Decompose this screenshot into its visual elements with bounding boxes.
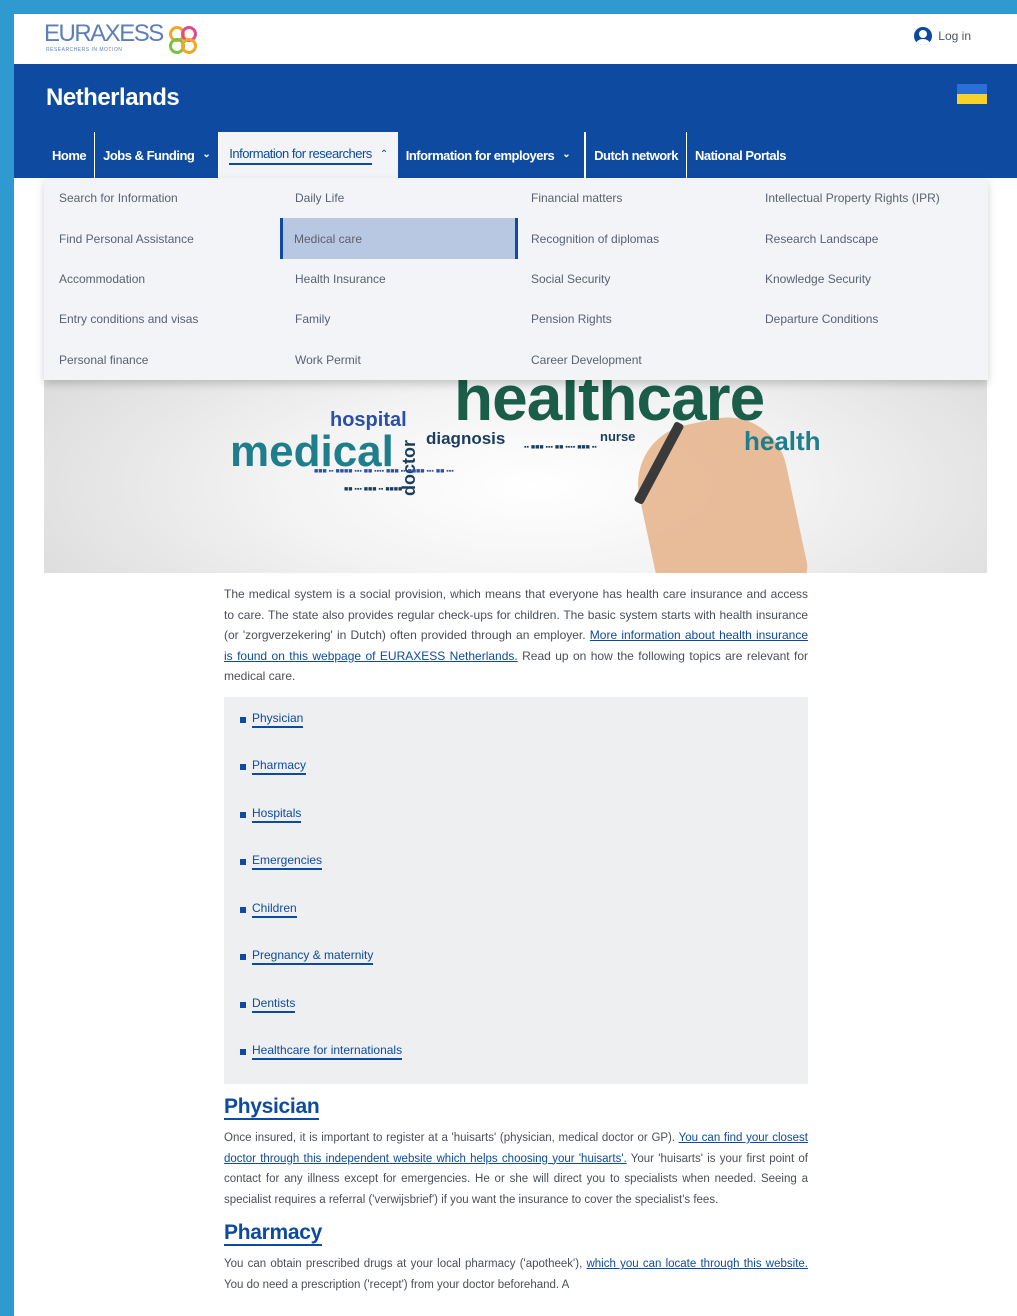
word-healthcare: healthcare [454,380,765,434]
country-title: Netherlands [46,84,180,111]
topics-list: Physician Pharmacy Hospitals Emergencies… [224,696,808,1084]
chevron-down-icon: ⌄ [202,149,211,160]
bullet-icon [240,906,246,913]
list-item: Pregnancy & maternity [240,948,808,996]
nav-dutch-network[interactable]: Dutch network [585,132,687,178]
section-heading-physician: Physician [224,1094,320,1120]
nav-information-for-employers-label: Information for employers [405,147,555,163]
login-label: Log in [938,29,971,43]
menu-item-health-insurance[interactable]: Health Insurance [280,259,516,299]
menu-item-ipr[interactable]: Intellectual Property Rights (IPR) [750,178,988,218]
physician-text: Once insured, it is important to registe… [224,1131,679,1144]
toc-link-pregnancy-maternity[interactable]: Pregnancy & maternity [252,948,374,966]
menu-item-recognition-of-diplomas[interactable]: Recognition of diplomas [516,218,750,258]
toc-link-pharmacy[interactable]: Pharmacy [252,758,307,776]
logo-subtext: RESEARCHERS IN MOTION [46,47,123,53]
physician-paragraph: Once insured, it is important to registe… [224,1128,808,1210]
menu-item-empty [750,340,988,380]
nav-information-for-researchers[interactable]: Information for researchers ⌃ [219,132,398,178]
menu-item-search-for-information[interactable]: Search for Information [44,178,280,218]
bullet-icon [240,764,246,771]
bullet-icon [240,716,246,723]
list-item: Children [240,901,808,949]
toc-link-emergencies[interactable]: Emergencies [252,853,323,871]
nav-information-for-employers[interactable]: Information for employers ⌄ [398,132,586,178]
ukraine-flag-icon[interactable] [957,84,987,104]
bullet-icon [240,859,246,866]
logo-text: EURAXESS [44,20,164,47]
nav-dutch-network-label: Dutch network [594,147,678,163]
researchers-dropdown-menu: Search for Information Daily Life Financ… [44,178,988,380]
list-item: Emergencies [240,853,808,901]
nav-national-portals[interactable]: National Portals [687,132,794,178]
menu-item-daily-life[interactable]: Daily Life [280,178,516,218]
menu-item-knowledge-security[interactable]: Knowledge Security [750,259,988,299]
pharmacy-text-cont: You do need a prescription ('recept') fr… [224,1278,570,1291]
menu-item-pension-rights[interactable]: Pension Rights [516,299,750,339]
list-item: Healthcare for internationals [240,1043,808,1091]
user-icon [914,27,933,45]
menu-item-financial-matters[interactable]: Financial matters [516,178,750,218]
logo-rings-icon [167,22,203,56]
bullet-icon [240,1049,246,1056]
toc-link-children[interactable]: Children [252,901,297,918]
nav-home[interactable]: Home [44,132,96,178]
word-nurse: nurse [600,429,636,444]
menu-item-accommodation[interactable]: Accommodation [44,259,280,299]
small-words-cluster: ■■■ ▪▪ ■■■■ ▪▪▪ ■■ ▪▪▪▪ ■■■ ▪▪ ■■■■ ▪▪▪ … [314,468,454,475]
list-item: Dentists [240,996,808,1044]
toc-link-healthcare-for-internationals[interactable]: Healthcare for internationals [252,1043,403,1061]
browser-page: EURAXESS RESEARCHERS IN MOTION Log in Ne… [14,14,1017,1316]
list-item: Hospitals [240,806,808,854]
list-item: Physician [240,711,808,759]
menu-item-find-personal-assistance[interactable]: Find Personal Assistance [44,218,280,258]
menu-item-family[interactable]: Family [280,299,516,339]
nav-national-portals-label: National Portals [694,147,786,163]
bullet-icon [240,1001,246,1008]
euraxess-logo[interactable]: EURAXESS RESEARCHERS IN MOTION [44,22,203,56]
menu-item-research-landscape[interactable]: Research Landscape [750,218,988,258]
list-item: Pharmacy [240,758,808,806]
pharmacy-paragraph: You can obtain prescribed drugs at your … [224,1254,808,1295]
bullet-icon [240,954,246,961]
country-banner: Netherlands Home Jobs & Funding ⌄ Inform… [14,64,1017,178]
word-diagnosis: diagnosis [426,429,506,448]
menu-item-work-permit[interactable]: Work Permit [280,340,516,380]
bullet-icon [240,811,246,818]
main-nav: Home Jobs & Funding ⌄ Information for re… [44,132,794,178]
toc-link-physician[interactable]: Physician [252,711,304,728]
word-hospital: hospital [330,409,407,431]
nav-information-for-researchers-label: Information for researchers [229,146,372,165]
section-heading-pharmacy: Pharmacy [224,1221,322,1247]
menu-item-social-security[interactable]: Social Security [516,259,750,299]
chevron-down-icon: ⌄ [562,149,571,160]
locate-pharmacy-link[interactable]: which you can locate through this websit… [586,1258,808,1270]
site-header: EURAXESS RESEARCHERS IN MOTION Log in [14,14,1017,64]
pharmacy-text: You can obtain prescribed drugs at your … [224,1258,587,1271]
menu-item-career-development[interactable]: Career Development [516,340,750,380]
nav-home-label: Home [52,147,87,163]
menu-item-entry-conditions-and-visas[interactable]: Entry conditions and visas [44,299,280,339]
menu-item-departure-conditions[interactable]: Departure Conditions [750,299,988,339]
menu-item-medical-care[interactable]: Medical care [280,218,518,259]
intro-paragraph: The medical system is a social provision… [224,584,808,687]
small-words-cluster-3: ■■ ▪▪▪ ■■■ ▪▪ ■■■■ [344,486,403,493]
menu-item-personal-finance[interactable]: Personal finance [44,340,280,380]
word-health: health [744,426,821,456]
small-words-cluster-2: ▪▪ ■■■ ▪▪▪ ■■ ▪▪▪▪ ■■■ ▪▪ [524,444,597,451]
main-content: The medical system is a social provision… [224,584,808,1296]
chevron-up-icon: ⌃ [379,149,388,160]
toc-link-dentists[interactable]: Dentists [252,996,296,1013]
nav-jobs-funding-label: Jobs & Funding [103,147,195,163]
nav-jobs-funding[interactable]: Jobs & Funding ⌄ [95,132,220,178]
healthcare-word-cloud-image: healthcare medical hospital diagnosis do… [44,380,987,573]
toc-link-hospitals[interactable]: Hospitals [252,806,302,823]
login-link[interactable]: Log in [914,27,971,45]
